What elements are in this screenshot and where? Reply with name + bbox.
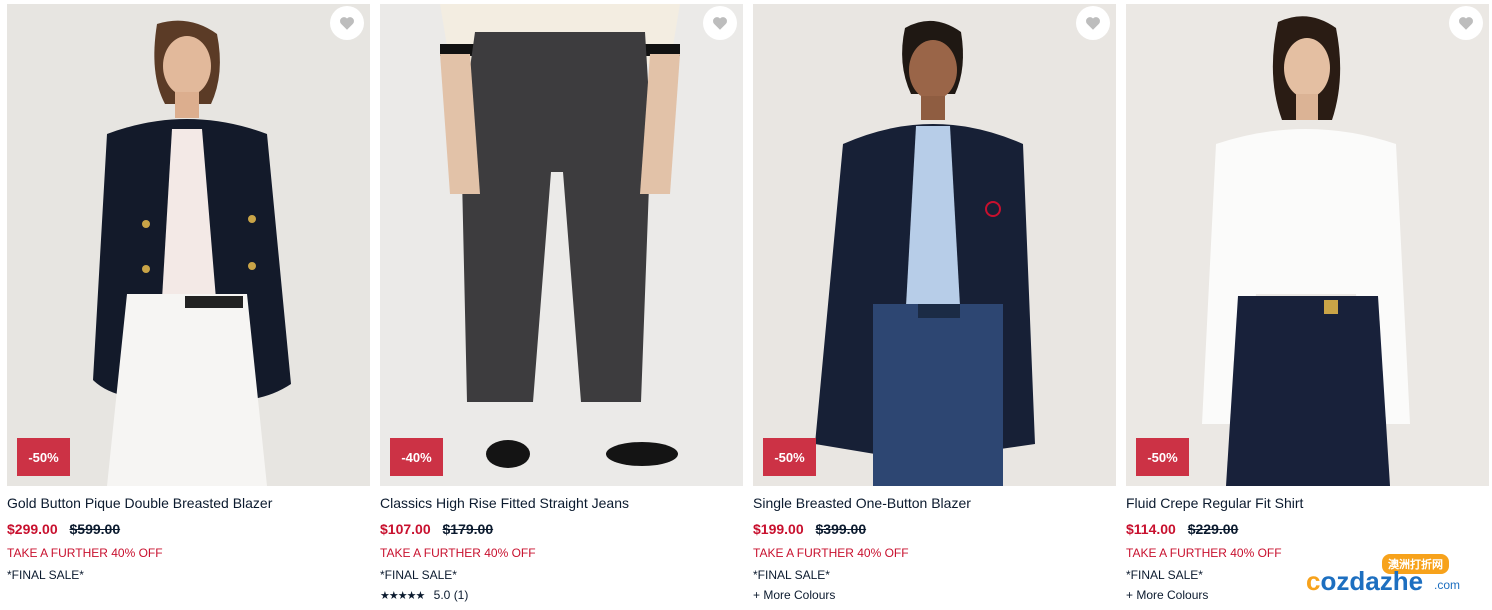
wishlist-button[interactable]	[1076, 6, 1110, 40]
product-name[interactable]: Classics High Rise Fitted Straight Jeans	[380, 495, 629, 511]
discount-badge: -50%	[1136, 438, 1189, 476]
more-colours-link[interactable]: + More Colours	[1126, 588, 1208, 602]
promo-text: TAKE A FURTHER 40% OFF	[7, 546, 163, 560]
rating[interactable]: ★★★★★ 5.0 (1)	[380, 588, 468, 602]
watermark-logo: 澳洲打折网 cozdazhe .com	[1306, 554, 1474, 600]
sale-price: $114.00	[1126, 521, 1176, 537]
price-block: $107.00 $179.00	[380, 521, 493, 537]
heart-icon	[340, 17, 354, 30]
star-icon: ★★★★★	[380, 590, 425, 602]
wishlist-button[interactable]	[330, 6, 364, 40]
price-block: $299.00 $599.00	[7, 521, 120, 537]
original-price: $229.00	[1187, 521, 1239, 537]
more-colours-link[interactable]: + More Colours	[753, 588, 835, 602]
heart-icon	[1459, 17, 1473, 30]
original-price: $599.00	[69, 521, 121, 537]
original-price: $179.00	[442, 521, 494, 537]
promo-text: TAKE A FURTHER 40% OFF	[380, 546, 536, 560]
model-photo	[753, 4, 1116, 486]
product-name[interactable]: Gold Button Pique Double Breasted Blazer	[7, 495, 272, 511]
original-price: $399.00	[815, 521, 867, 537]
product-image[interactable]: -50%	[753, 4, 1116, 486]
promo-text: TAKE A FURTHER 40% OFF	[753, 546, 909, 560]
discount-badge: -40%	[390, 438, 443, 476]
product-card[interactable]: -50% Fluid Crepe Regular Fit Shirt $114.…	[1126, 4, 1489, 610]
product-name[interactable]: Fluid Crepe Regular Fit Shirt	[1126, 495, 1303, 511]
rating-count: (1)	[453, 588, 469, 602]
rating-value: 5.0	[433, 588, 451, 602]
product-card[interactable]: -50% Gold Button Pique Double Breasted B…	[7, 4, 370, 610]
final-sale-label: *FINAL SALE*	[380, 568, 457, 582]
product-name[interactable]: Single Breasted One-Button Blazer	[753, 495, 971, 511]
promo-text: TAKE A FURTHER 40% OFF	[1126, 546, 1282, 560]
discount-badge: -50%	[17, 438, 70, 476]
wishlist-button[interactable]	[1449, 6, 1483, 40]
final-sale-label: *FINAL SALE*	[1126, 568, 1203, 582]
product-card[interactable]: -50% Single Breasted One-Button Blazer $…	[753, 4, 1116, 610]
watermark-brand-c: c	[1306, 566, 1321, 596]
discount-badge: -50%	[763, 438, 816, 476]
product-image[interactable]: -50%	[1126, 4, 1489, 486]
product-image[interactable]: -50%	[7, 4, 370, 486]
model-photo	[7, 4, 370, 486]
sale-price: $299.00	[7, 521, 58, 537]
final-sale-label: *FINAL SALE*	[7, 568, 84, 582]
heart-icon	[713, 17, 727, 30]
price-block: $199.00 $399.00	[753, 521, 866, 537]
model-photo	[380, 4, 743, 486]
sale-price: $107.00	[380, 521, 431, 537]
wishlist-button[interactable]	[703, 6, 737, 40]
product-card[interactable]: -40% Classics High Rise Fitted Straight …	[380, 4, 743, 610]
sale-price: $199.00	[753, 521, 804, 537]
heart-icon	[1086, 17, 1100, 30]
price-block: $114.00 $229.00	[1126, 521, 1238, 537]
product-grid: -50% Gold Button Pique Double Breasted B…	[7, 4, 1489, 610]
model-photo	[1126, 4, 1489, 486]
final-sale-label: *FINAL SALE*	[753, 568, 830, 582]
watermark-brand: cozdazhe	[1306, 566, 1423, 597]
watermark-brand-rest: ozdazhe	[1320, 566, 1424, 596]
watermark-suffix: .com	[1434, 578, 1461, 592]
product-image[interactable]: -40%	[380, 4, 743, 486]
